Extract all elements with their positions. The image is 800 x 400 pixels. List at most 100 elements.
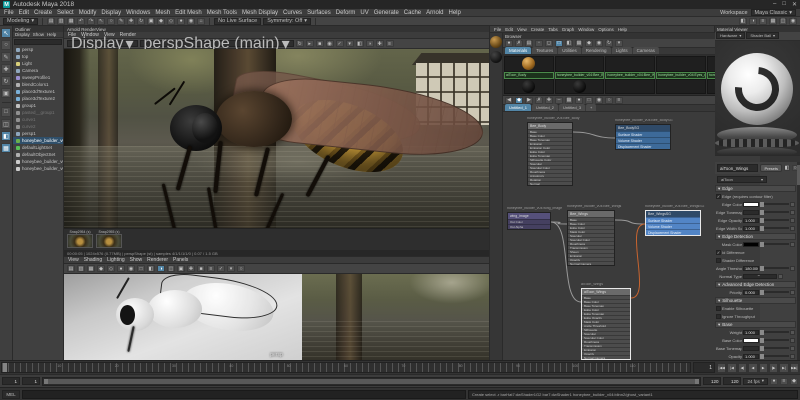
material-name-label[interactable]: honeybee_builder_v04:Bee_Wings: [605, 71, 656, 79]
frame-selection-icon[interactable]: ◉: [595, 96, 603, 104]
geometry-dropdown[interactable]: Shader Ball ▾: [746, 32, 780, 40]
frame-all-icon[interactable]: □: [585, 96, 593, 104]
filter-textures-icon[interactable]: ▦: [575, 39, 583, 47]
paint-select-tool-icon[interactable]: ✎: [1, 52, 11, 62]
checkbox[interactable]: [716, 313, 721, 319]
attribute-value-field[interactable]: 1.000: [743, 353, 759, 359]
material-swatch-cell[interactable]: [504, 78, 554, 94]
map-texture-button[interactable]: [790, 337, 795, 343]
filter-materials-icon[interactable]: ◧: [565, 39, 573, 47]
layout-hypershade-icon[interactable]: ▦: [1, 143, 11, 153]
input-connections-icon[interactable]: ◀: [505, 96, 513, 104]
menu-display[interactable]: Display: [101, 10, 121, 16]
hypershade-menu-edit[interactable]: Edit: [505, 27, 513, 32]
scale-tool-icon[interactable]: ▣: [147, 17, 156, 25]
map-texture-button[interactable]: [790, 201, 795, 207]
no-live-surface-dropdown[interactable]: No Live Surface: [214, 17, 262, 25]
render-current-frame-icon[interactable]: ◧: [739, 17, 747, 25]
render-settings-icon[interactable]: ≡: [759, 17, 767, 25]
menu-surfaces[interactable]: Surfaces: [307, 10, 331, 16]
filter-utilities-icon[interactable]: ◆: [585, 39, 593, 47]
outliner-item[interactable]: group1: [13, 102, 63, 109]
toggle-viewport-icon[interactable]: ◫: [779, 17, 787, 25]
snap-to-grid-icon[interactable]: ◆: [97, 265, 105, 272]
rotate-tool-icon[interactable]: ↻: [1, 76, 11, 86]
set-key-icon[interactable]: ◆: [790, 377, 798, 385]
remove-from-graph-icon[interactable]: –: [555, 96, 563, 104]
create-material-swatch[interactable]: [490, 51, 502, 63]
graph-node-attribute[interactable]: Displacement Shader: [616, 143, 670, 149]
viewport-menu-shading[interactable]: Shading: [84, 257, 102, 263]
redo-icon[interactable]: ↷: [87, 17, 96, 25]
tab-materials[interactable]: Materials: [505, 47, 532, 54]
crop-region-icon[interactable]: ◧: [355, 40, 364, 47]
pin-nodes-icon[interactable]: ●: [575, 96, 583, 104]
play-forwards-button[interactable]: ▶: [758, 362, 768, 373]
layout-persp-outliner-icon[interactable]: ◧: [1, 131, 11, 141]
node-tab-untitled_1[interactable]: Untitled_1: [505, 104, 532, 111]
outliner-item[interactable]: top: [13, 53, 63, 60]
add-to-graph-icon[interactable]: ✚: [545, 96, 553, 104]
outliner-item[interactable]: honeybee_builder_v04m: [13, 158, 63, 165]
tab-utilities[interactable]: Utilities: [558, 47, 581, 54]
node-tab-untitled_2[interactable]: Untitled_2: [532, 104, 559, 111]
outliner-item[interactable]: honeybee_builder_v04b: [13, 165, 63, 172]
menu-uv[interactable]: UV: [360, 10, 368, 16]
image-plane-icon[interactable]: ◧: [147, 265, 155, 272]
new-scene-icon[interactable]: ▤: [47, 17, 56, 25]
outliner-search-input[interactable]: [14, 39, 62, 45]
material-name-label[interactable]: honeybee_builder_v04:Eyes_mtl: [656, 71, 706, 79]
attribute-value-field[interactable]: 1.000: [743, 217, 759, 223]
material-swatch-cell[interactable]: [554, 56, 605, 72]
outliner-item[interactable]: Camera: [13, 67, 63, 74]
snap-to-point-icon[interactable]: ●: [117, 265, 125, 272]
show-hide-icon[interactable]: ◧: [784, 165, 790, 171]
hypershade-menu-window[interactable]: Window: [578, 27, 594, 32]
hypershade-menu-graph[interactable]: Graph: [562, 27, 575, 32]
attribute-slider[interactable]: [760, 201, 789, 207]
attribute-slider[interactable]: [760, 289, 789, 295]
tab-lights[interactable]: Lights: [611, 47, 632, 54]
step-back-key-button[interactable]: |◀: [727, 362, 737, 373]
hypershade-open-icon[interactable]: ▦: [769, 17, 777, 25]
outliner-item[interactable]: sweepProfile1: [13, 74, 63, 81]
menuset-dropdown[interactable]: Modeling ▾: [3, 17, 39, 25]
close-button[interactable]: ✕: [792, 1, 797, 8]
command-input[interactable]: [22, 389, 466, 399]
section-header-advanced-edge-detection[interactable]: ▾ Advanced Edge Detection: [715, 281, 796, 288]
outliner-item[interactable]: honeybee_builder_v04rn: [13, 137, 63, 144]
attribute-value-field[interactable]: 1.000: [743, 225, 759, 231]
screen-space-ao-icon[interactable]: ≡: [207, 265, 215, 272]
material-swatch-cell[interactable]: [605, 56, 656, 72]
attribute-slider[interactable]: [760, 337, 789, 343]
wireframe-on-shaded-icon[interactable]: ◫: [167, 265, 175, 272]
pin-browser-icon[interactable]: ▾: [615, 39, 623, 47]
playback-start-field[interactable]: 1: [22, 377, 40, 385]
layout-single-pane-icon[interactable]: □: [1, 107, 11, 117]
graph-node-n1[interactable]: Bee_Body Base Base Color Base Tonemap Emissi…: [527, 122, 573, 186]
exposure-icon[interactable]: ◑: [365, 40, 374, 47]
animation-start-field[interactable]: 1: [2, 377, 20, 385]
outliner-menu-display[interactable]: Display: [15, 32, 30, 37]
attribute-value-field[interactable]: 180.000: [743, 265, 759, 271]
attribute-slider[interactable]: [760, 345, 789, 351]
delete-unused-icon[interactable]: ✗: [515, 39, 523, 47]
section-header-edge[interactable]: ▾ Edge: [715, 185, 796, 192]
ipr-render-icon[interactable]: ◑: [749, 17, 757, 25]
graph-node-attribute[interactable]: Out Alpha: [508, 224, 550, 229]
color-swatch[interactable]: [743, 337, 759, 343]
menu-modify[interactable]: Modify: [79, 10, 97, 16]
section-header-edge-detection[interactable]: ▾ Edge Detection: [715, 233, 796, 240]
node-connection-wire[interactable]: [630, 223, 646, 299]
snap-to-curve-icon[interactable]: ◇: [107, 265, 115, 272]
graph-node-n2[interactable]: Bee_BodySG Surface Shader Volume Shader Dis…: [615, 124, 671, 150]
current-frame-field[interactable]: 1: [693, 362, 715, 373]
hypershade-menu-create[interactable]: Create: [531, 27, 545, 32]
output-connections-icon[interactable]: ▶: [525, 96, 533, 104]
search-nodes-icon[interactable]: ○: [605, 96, 613, 104]
graph-node-attribute[interactable]: Displacement Shader: [646, 229, 700, 235]
step-forward-key-button[interactable]: ▶|: [779, 362, 789, 373]
range-slider-track[interactable]: [42, 376, 702, 386]
move-tool-icon[interactable]: ✚: [127, 17, 136, 25]
outliner-item[interactable]: curve1: [13, 116, 63, 123]
